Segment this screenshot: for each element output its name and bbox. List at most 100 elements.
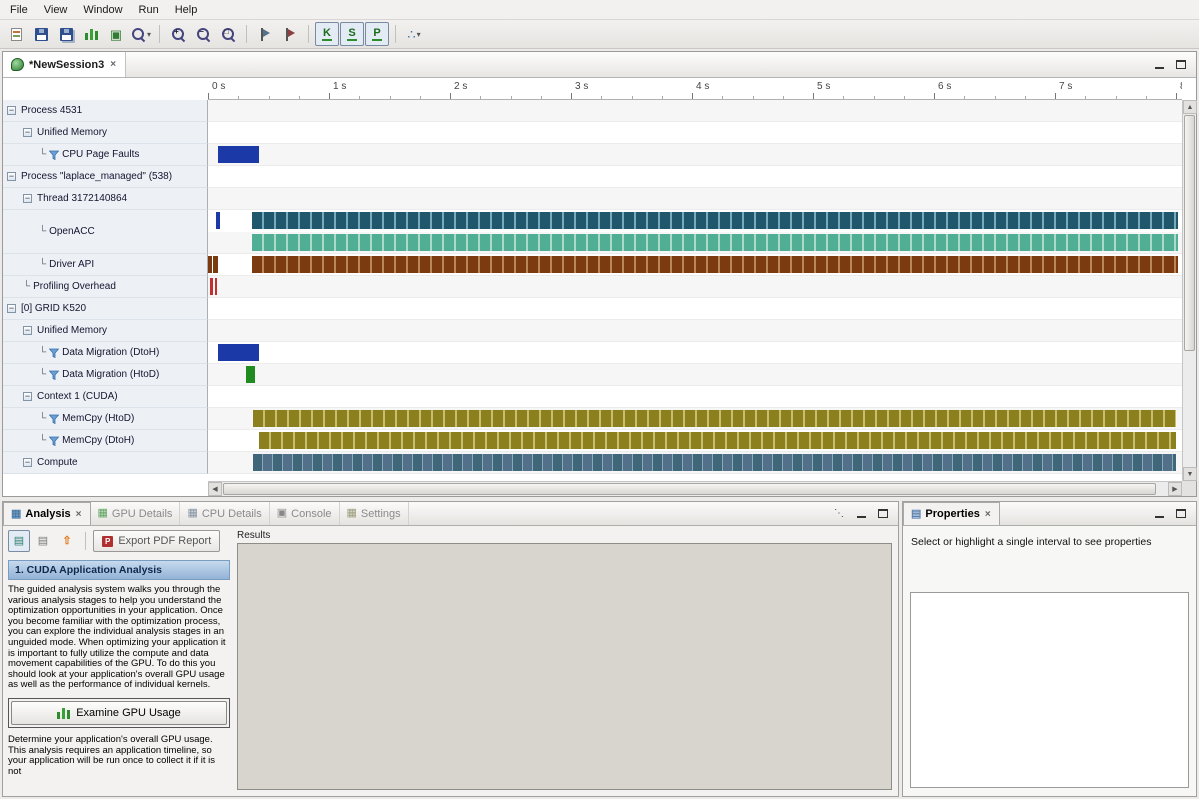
horizontal-scrollbar[interactable]: ◀ ▶ — [208, 481, 1182, 496]
timeline-row-track[interactable] — [208, 386, 1182, 408]
timeline-interval[interactable] — [215, 278, 217, 295]
scroll-up-icon[interactable]: ▲ — [1183, 100, 1197, 114]
timeline-row-label[interactable]: └OpenACC — [3, 210, 208, 254]
filter-icon[interactable] — [49, 150, 59, 160]
timeline-row-track[interactable] — [208, 254, 1182, 276]
timeline-row-label[interactable]: −Thread 3172140864 — [3, 188, 208, 210]
timeline-row-label[interactable]: └Driver API — [3, 254, 208, 276]
filter-icon[interactable] — [49, 370, 59, 380]
search-button[interactable]: ▾ — [129, 22, 153, 46]
timeline-row-label[interactable]: └MemCpy (HtoD) — [3, 408, 208, 430]
timeline-interval[interactable] — [218, 146, 259, 163]
timeline-interval[interactable] — [208, 256, 212, 273]
timeline-row-track[interactable] — [208, 408, 1182, 430]
zoom-fit-button[interactable]: □ — [216, 22, 240, 46]
timeline-row-label[interactable]: └CPU Page Faults — [3, 144, 208, 166]
collapse-expander-icon[interactable]: − — [23, 128, 32, 137]
new-session-button[interactable] — [4, 22, 28, 46]
timeline-interval[interactable] — [216, 212, 220, 229]
timeline-row-label[interactable]: −Unified Memory — [3, 122, 208, 144]
collapse-expander-icon[interactable]: − — [23, 194, 32, 203]
examine-gpu-usage-button[interactable]: Examine GPU Usage — [11, 701, 227, 725]
menu-item-help[interactable]: Help — [167, 2, 206, 18]
tab-gpu-details[interactable]: ▦GPU Details — [91, 502, 181, 525]
menu-item-file[interactable]: File — [2, 2, 36, 18]
promote-stage-button[interactable]: ⇧ — [56, 530, 78, 552]
kernel-timeline-toggle[interactable]: K — [315, 22, 339, 46]
zoom-in-button[interactable]: + — [166, 22, 190, 46]
timeline-interval[interactable] — [253, 454, 1176, 471]
properties-minimize-button[interactable] — [1150, 506, 1168, 522]
tab-close-icon[interactable]: × — [75, 509, 83, 520]
show-summary-button[interactable] — [79, 22, 103, 46]
export-pdf-report-button[interactable]: P Export PDF Report — [93, 530, 220, 552]
properties-tab[interactable]: ▤ Properties × — [903, 502, 1000, 525]
tab-console[interactable]: ▣Console — [270, 502, 340, 525]
unguided-analysis-button[interactable]: ▤ — [32, 530, 54, 552]
filter-icon[interactable] — [49, 414, 59, 424]
filter-icon[interactable] — [49, 348, 59, 358]
timeline-row-label[interactable]: −Process "laplace_managed" (538) — [3, 166, 208, 188]
menu-item-window[interactable]: Window — [75, 2, 130, 18]
collapse-expander-icon[interactable]: − — [23, 326, 32, 335]
timeline-row-track[interactable] — [208, 298, 1182, 320]
tab-cpu-details[interactable]: ▦CPU Details — [180, 502, 269, 525]
save-all-button[interactable] — [54, 22, 78, 46]
menu-item-run[interactable]: Run — [131, 2, 167, 18]
tab-settings[interactable]: ▦Settings — [340, 502, 409, 525]
save-session-button[interactable] — [29, 22, 53, 46]
timeline-interval[interactable] — [210, 278, 212, 295]
filter-icon[interactable] — [49, 436, 59, 446]
analysis-maximize-button[interactable] — [874, 506, 892, 522]
timeline-row-track[interactable] — [208, 276, 1182, 298]
timeline-row-label[interactable]: −Compute — [3, 452, 208, 474]
timeline-row-track[interactable] — [208, 166, 1182, 188]
timeline-interval[interactable] — [252, 256, 1179, 273]
timeline-row-track[interactable] — [208, 342, 1182, 364]
timeline-row-track[interactable] — [208, 452, 1182, 474]
horizontal-scroll-thumb[interactable] — [223, 483, 1156, 495]
timeline-row-label[interactable]: └Data Migration (DtoH) — [3, 342, 208, 364]
maximize-button[interactable] — [1172, 57, 1190, 73]
collapse-expander-icon[interactable]: − — [23, 392, 32, 401]
scroll-left-icon[interactable]: ◀ — [208, 482, 222, 496]
stream-timeline-toggle[interactable]: S — [340, 22, 364, 46]
view-menu-button[interactable]: ⋱ — [830, 506, 848, 522]
collapse-expander-icon[interactable]: − — [7, 172, 16, 181]
collapse-expander-icon[interactable]: − — [7, 106, 16, 115]
timeline-row-label[interactable]: └Profiling Overhead — [3, 276, 208, 298]
export-profile-button[interactable]: ▣ — [104, 22, 128, 46]
timeline-row-label[interactable]: −Process 4531 — [3, 100, 208, 122]
tab-analysis[interactable]: ▦Analysis× — [3, 502, 91, 525]
timeline-interval[interactable] — [252, 212, 1179, 229]
timeline-interval[interactable] — [253, 410, 1176, 427]
minimize-button[interactable] — [1150, 57, 1168, 73]
timeline-row-label[interactable]: └Data Migration (HtoD) — [3, 364, 208, 386]
scroll-right-icon[interactable]: ▶ — [1168, 482, 1182, 496]
timeline-row-track[interactable] — [208, 188, 1182, 210]
timeline-interval[interactable] — [213, 256, 217, 273]
vertical-scroll-thumb[interactable] — [1184, 115, 1195, 351]
prev-marker-button[interactable] — [278, 22, 302, 46]
timeline-row-track[interactable] — [208, 122, 1182, 144]
timeline-interval[interactable] — [252, 234, 1179, 251]
vertical-scrollbar[interactable]: ▲ ▼ — [1182, 100, 1196, 481]
timeline-interval[interactable] — [246, 366, 256, 383]
timeline-ruler[interactable]: 0 s1 s2 s3 s4 s5 s6 s7 s8 — [208, 78, 1182, 100]
menu-item-view[interactable]: View — [36, 2, 76, 18]
collapse-expander-icon[interactable]: − — [23, 458, 32, 467]
timeline-row-label[interactable]: −[0] GRID K520 — [3, 298, 208, 320]
timeline-row-track[interactable] — [208, 210, 1182, 254]
session-tab-close-icon[interactable]: × — [109, 59, 117, 70]
analysis-minimize-button[interactable] — [852, 506, 870, 522]
timeline-row-track[interactable] — [208, 144, 1182, 166]
session-tab[interactable]: *NewSession3 × — [3, 52, 126, 77]
guided-analysis-button[interactable]: ▤ — [8, 530, 30, 552]
timeline-row-label[interactable]: −Context 1 (CUDA) — [3, 386, 208, 408]
timeline-row-track[interactable] — [208, 364, 1182, 386]
timeline-row-track[interactable] — [208, 100, 1182, 122]
timeline-row-label[interactable]: −Unified Memory — [3, 320, 208, 342]
timeline-row-label[interactable]: └MemCpy (DtoH) — [3, 430, 208, 452]
scroll-down-icon[interactable]: ▼ — [1183, 467, 1197, 481]
properties-tab-close-icon[interactable]: × — [984, 509, 992, 520]
